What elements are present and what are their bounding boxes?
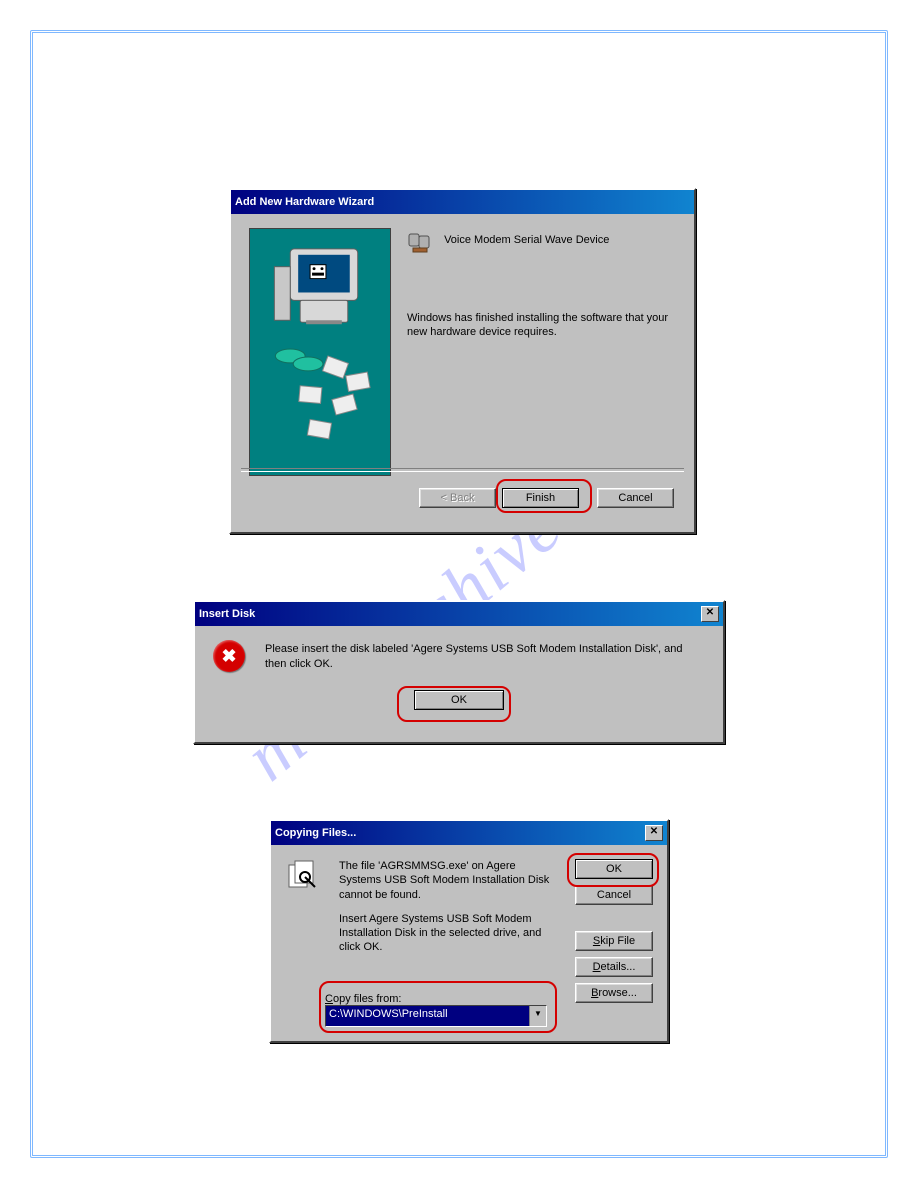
back-button: < Back: [419, 488, 496, 508]
skip-file-button[interactable]: Skip File: [575, 931, 653, 951]
wizard-sidebar-image: [249, 228, 391, 476]
copy-from-label: Copy files from:: [325, 993, 401, 1005]
wizard-message: Windows has finished installing the soft…: [407, 311, 673, 340]
dialog-title: Copying Files...: [275, 827, 356, 839]
dialog-title: Add New Hardware Wizard: [235, 196, 374, 208]
ok-button[interactable]: OK: [414, 690, 504, 710]
close-icon[interactable]: ✕: [701, 606, 719, 622]
ok-button[interactable]: OK: [575, 859, 653, 879]
error-icon: ✖: [213, 640, 245, 672]
close-icon[interactable]: ✕: [645, 825, 663, 841]
browse-button[interactable]: Browse...: [575, 983, 653, 1003]
titlebar[interactable]: Copying Files... ✕: [271, 821, 667, 845]
copy-from-combobox[interactable]: C:\WINDOWS\PreInstall ▼: [325, 1005, 547, 1027]
add-hardware-wizard-dialog: Add New Hardware Wizard: [229, 188, 696, 534]
insert-disk-dialog: Insert Disk ✕ ✖ Please insert the disk l…: [193, 600, 725, 744]
cancel-button[interactable]: Cancel: [597, 488, 674, 508]
copying-message-1: The file 'AGRSMMSG.exe' on Agere Systems…: [339, 859, 558, 902]
titlebar[interactable]: Insert Disk ✕: [195, 602, 723, 626]
details-button[interactable]: Details...: [575, 957, 653, 977]
copying-files-dialog: Copying Files... ✕ The file 'AGRSMMSG.ex…: [269, 819, 669, 1043]
insert-disk-message: Please insert the disk labeled 'Agere Sy…: [265, 642, 695, 672]
finish-button[interactable]: Finish: [502, 488, 579, 508]
device-name: Voice Modem Serial Wave Device: [444, 230, 609, 246]
chevron-down-icon[interactable]: ▼: [529, 1006, 546, 1026]
dialog-title: Insert Disk: [199, 608, 255, 620]
cancel-button[interactable]: Cancel: [575, 885, 653, 905]
titlebar[interactable]: Add New Hardware Wizard: [231, 190, 694, 214]
device-icon: [407, 230, 435, 261]
copying-message-2: Insert Agere Systems USB Soft Modem Inst…: [339, 912, 558, 955]
separator: [241, 468, 684, 472]
file-copy-icon: [285, 859, 321, 895]
copy-from-value: C:\WINDOWS\PreInstall: [326, 1006, 529, 1026]
page-border: manualshive.com Add New Hardware Wizard: [30, 30, 888, 1158]
